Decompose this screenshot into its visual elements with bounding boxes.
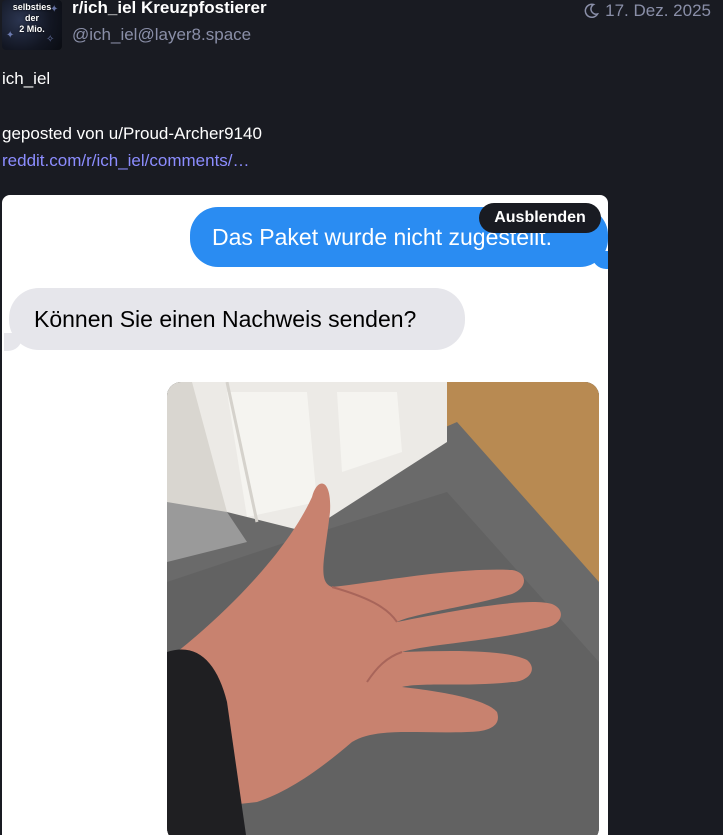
sent-bubble-tail <box>592 251 608 269</box>
moon-icon <box>583 3 600 19</box>
avatar-line-1: selbsties <box>12 2 52 12</box>
post-timestamp-link[interactable]: 17. Dez. 2025 <box>583 1 711 21</box>
sparkle-icon: ✧ <box>46 34 55 45</box>
received-bubble-tail <box>4 333 22 351</box>
hide-media-button[interactable]: Ausblenden <box>479 203 601 233</box>
post-header: ✦ ✧ ✦ selbsties der 2 Mio. r/ich_iel Kre… <box>0 0 723 55</box>
avatar-line-2: der <box>24 13 39 23</box>
avatar[interactable]: ✦ ✧ ✦ selbsties der 2 Mio. <box>2 0 62 50</box>
avatar-line-3: 2 Mio. <box>19 24 45 34</box>
avatar-label: selbsties der 2 Mio. <box>2 2 62 35</box>
post-body: ich_iel <box>2 69 51 88</box>
photo-hand <box>167 382 599 835</box>
media-attachment[interactable]: Das Paket wurde nicht zugestellt. Ausble… <box>2 195 608 835</box>
author-display-name[interactable]: r/ich_iel Kreuzpfostierer <box>72 0 267 18</box>
posted-by-text: geposted von u/Proud-Archer9140 <box>2 124 262 143</box>
author-handle[interactable]: @ich_iel@layer8.space <box>72 25 251 45</box>
reddit-link[interactable]: reddit.com/r/ich_iel/comments/… <box>2 151 250 171</box>
received-message-bubble: Können Sie einen Nachweis senden? <box>9 288 465 350</box>
timestamp-text: 17. Dez. 2025 <box>605 1 711 20</box>
